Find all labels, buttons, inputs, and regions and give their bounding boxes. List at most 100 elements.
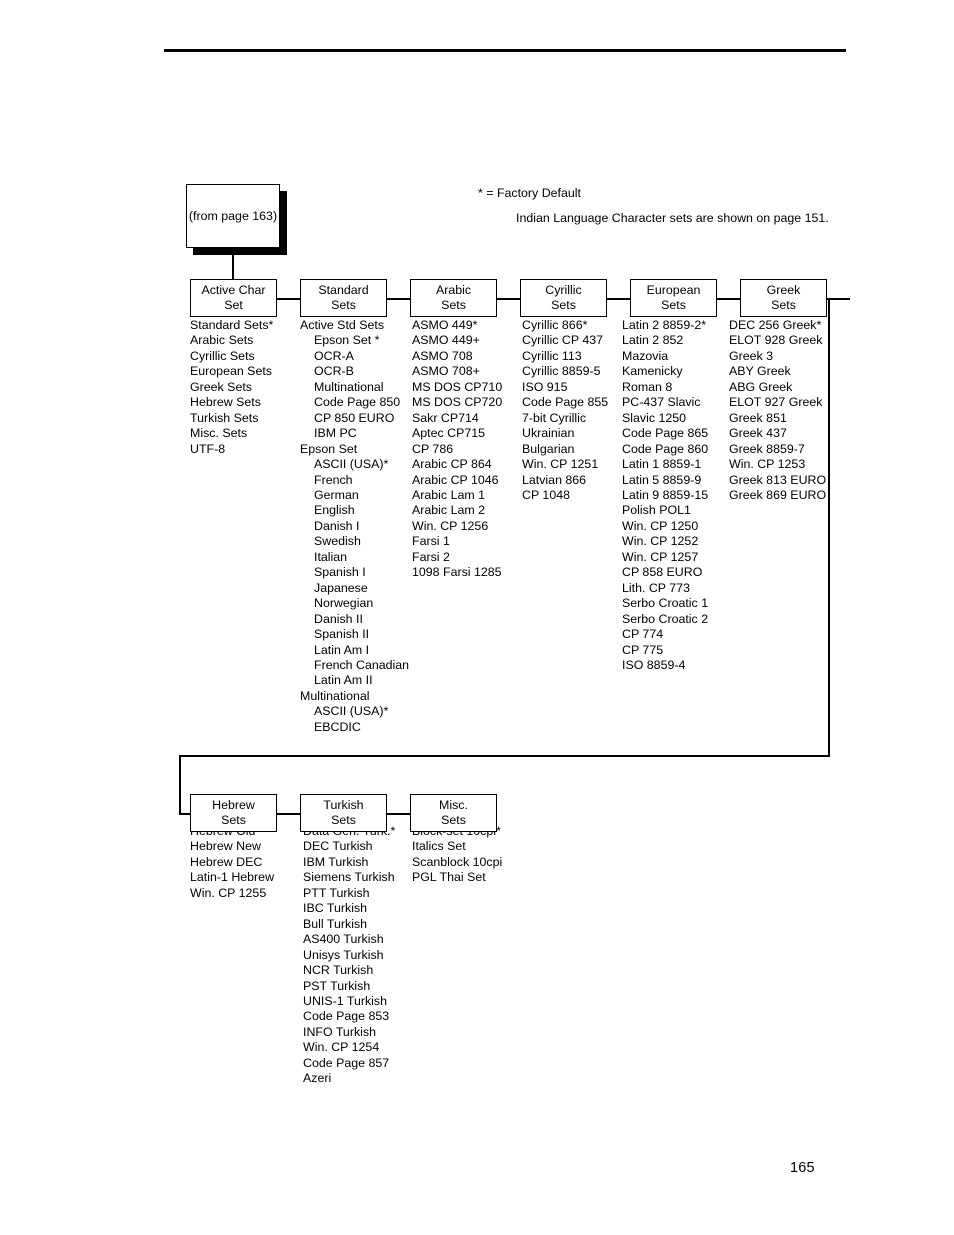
list-item[interactable]: Greek 3 [729, 349, 826, 364]
list-item[interactable]: Japanese [300, 581, 409, 596]
list-item[interactable]: Italics Set [412, 839, 502, 854]
list-item[interactable]: DEC Turkish [303, 839, 395, 854]
list-item[interactable]: Siemens Turkish [303, 870, 395, 885]
list-item[interactable]: IBM Turkish [303, 855, 395, 870]
list-item[interactable]: Arabic Sets [190, 333, 273, 348]
list-item[interactable]: Scanblock 10cpi [412, 855, 502, 870]
list-item[interactable]: Code Page 850 [300, 395, 409, 410]
list-item[interactable]: Greek 813 EURO [729, 473, 826, 488]
list-item[interactable]: Latin 5 8859-9 [622, 473, 708, 488]
list-item[interactable]: Win. CP 1250 [622, 519, 708, 534]
list-item[interactable]: Cyrillic 8859-5 [522, 364, 608, 379]
list-item[interactable]: Spanish II [300, 627, 409, 642]
list-item[interactable]: Latin-1 Hebrew [190, 870, 274, 885]
list-item[interactable]: Epson Set [300, 442, 409, 457]
list-item[interactable]: Hebrew DEC [190, 855, 274, 870]
list-item[interactable]: Ukrainian [522, 426, 608, 441]
list-item[interactable]: CP 850 EURO [300, 411, 409, 426]
box-cyrillic-sets[interactable]: Cyrillic Sets [520, 279, 607, 317]
list-item[interactable]: Bull Turkish [303, 917, 395, 932]
list-item[interactable]: Latvian 866 [522, 473, 608, 488]
list-item[interactable]: Azeri [303, 1071, 395, 1086]
list-item[interactable]: Cyrillic Sets [190, 349, 273, 364]
list-item[interactable]: Standard Sets* [190, 318, 273, 333]
list-item[interactable]: Greek Sets [190, 380, 273, 395]
list-item[interactable]: Latin 1 8859-1 [622, 457, 708, 472]
list-item[interactable]: Multinational [300, 689, 409, 704]
box-greek-sets[interactable]: Greek Sets [740, 279, 827, 317]
list-item[interactable]: French [300, 473, 409, 488]
list-item[interactable]: Kamenicky [622, 364, 708, 379]
list-item[interactable]: German [300, 488, 409, 503]
list-item[interactable]: Code Page 855 [522, 395, 608, 410]
list-item[interactable]: Win. CP 1254 [303, 1040, 395, 1055]
list-item[interactable]: IBM PC [300, 426, 409, 441]
list-item[interactable]: European Sets [190, 364, 273, 379]
list-item[interactable]: Epson Set * [300, 333, 409, 348]
list-item[interactable]: Arabic CP 864 [412, 457, 502, 472]
list-item[interactable]: Hebrew Sets [190, 395, 273, 410]
list-item[interactable]: IBC Turkish [303, 901, 395, 916]
list-item[interactable]: CP 858 EURO [622, 565, 708, 580]
list-item[interactable]: Latin 2 8859-2* [622, 318, 708, 333]
list-item[interactable]: Code Page 865 [622, 426, 708, 441]
list-item[interactable]: 7-bit Cyrillic [522, 411, 608, 426]
list-item[interactable]: MS DOS CP710 [412, 380, 502, 395]
list-item[interactable]: PST Turkish [303, 979, 395, 994]
list-item[interactable]: PC-437 Slavic [622, 395, 708, 410]
list-item[interactable]: Win. CP 1253 [729, 457, 826, 472]
list-item[interactable]: Bulgarian [522, 442, 608, 457]
list-item[interactable]: Aptec CP715 [412, 426, 502, 441]
list-item[interactable]: Cyrillic 113 [522, 349, 608, 364]
list-item[interactable]: Greek 437 [729, 426, 826, 441]
list-item[interactable]: UTF-8 [190, 442, 273, 457]
list-item[interactable]: Sakr CP714 [412, 411, 502, 426]
list-item[interactable]: Norwegian [300, 596, 409, 611]
box-european-sets[interactable]: European Sets [630, 279, 717, 317]
box-arabic-sets[interactable]: Arabic Sets [410, 279, 497, 317]
list-item[interactable]: CP 1048 [522, 488, 608, 503]
list-item[interactable]: Misc. Sets [190, 426, 273, 441]
list-item[interactable]: ASMO 449* [412, 318, 502, 333]
list-item[interactable]: CP 775 [622, 643, 708, 658]
list-item[interactable]: CP 786 [412, 442, 502, 457]
list-item[interactable]: Farsi 1 [412, 534, 502, 549]
list-item[interactable]: Code Page 860 [622, 442, 708, 457]
box-hebrew-sets[interactable]: Hebrew Sets [190, 794, 277, 832]
list-item[interactable]: UNIS-1 Turkish [303, 994, 395, 1009]
list-item[interactable]: Lith. CP 773 [622, 581, 708, 596]
list-item[interactable]: ABY Greek [729, 364, 826, 379]
list-item[interactable]: Hebrew New [190, 839, 274, 854]
list-item[interactable]: Roman 8 [622, 380, 708, 395]
list-item[interactable]: Mazovia [622, 349, 708, 364]
list-item[interactable]: French Canadian [300, 658, 409, 673]
list-item[interactable]: Danish II [300, 612, 409, 627]
list-item[interactable]: Italian [300, 550, 409, 565]
list-item[interactable]: Greek 851 [729, 411, 826, 426]
list-item[interactable]: English [300, 503, 409, 518]
list-item[interactable]: Swedish [300, 534, 409, 549]
list-item[interactable]: Code Page 853 [303, 1009, 395, 1024]
list-item[interactable]: PTT Turkish [303, 886, 395, 901]
list-item[interactable]: Win. CP 1257 [622, 550, 708, 565]
box-misc-sets[interactable]: Misc. Sets [410, 794, 497, 832]
list-item[interactable]: Win. CP 1256 [412, 519, 502, 534]
list-item[interactable]: ABG Greek [729, 380, 826, 395]
list-item[interactable]: ASCII (USA)* [300, 457, 409, 472]
list-item[interactable]: Cyrillic CP 437 [522, 333, 608, 348]
list-item[interactable]: Latin Am I [300, 643, 409, 658]
list-item[interactable]: Multinational [300, 380, 409, 395]
list-item[interactable]: ELOT 928 Greek [729, 333, 826, 348]
list-item[interactable]: Latin 9 8859-15 [622, 488, 708, 503]
list-item[interactable]: Latin Am II [300, 673, 409, 688]
list-item[interactable]: Greek 8859-7 [729, 442, 826, 457]
list-item[interactable]: Unisys Turkish [303, 948, 395, 963]
list-item[interactable]: Slavic 1250 [622, 411, 708, 426]
list-item[interactable]: INFO Turkish [303, 1025, 395, 1040]
list-item[interactable]: Spanish I [300, 565, 409, 580]
list-item[interactable]: EBCDIC [300, 720, 409, 735]
list-item[interactable]: Serbo Croatic 2 [622, 612, 708, 627]
list-item[interactable]: Code Page 857 [303, 1056, 395, 1071]
list-item[interactable]: ASMO 708 [412, 349, 502, 364]
list-item[interactable]: PGL Thai Set [412, 870, 502, 885]
